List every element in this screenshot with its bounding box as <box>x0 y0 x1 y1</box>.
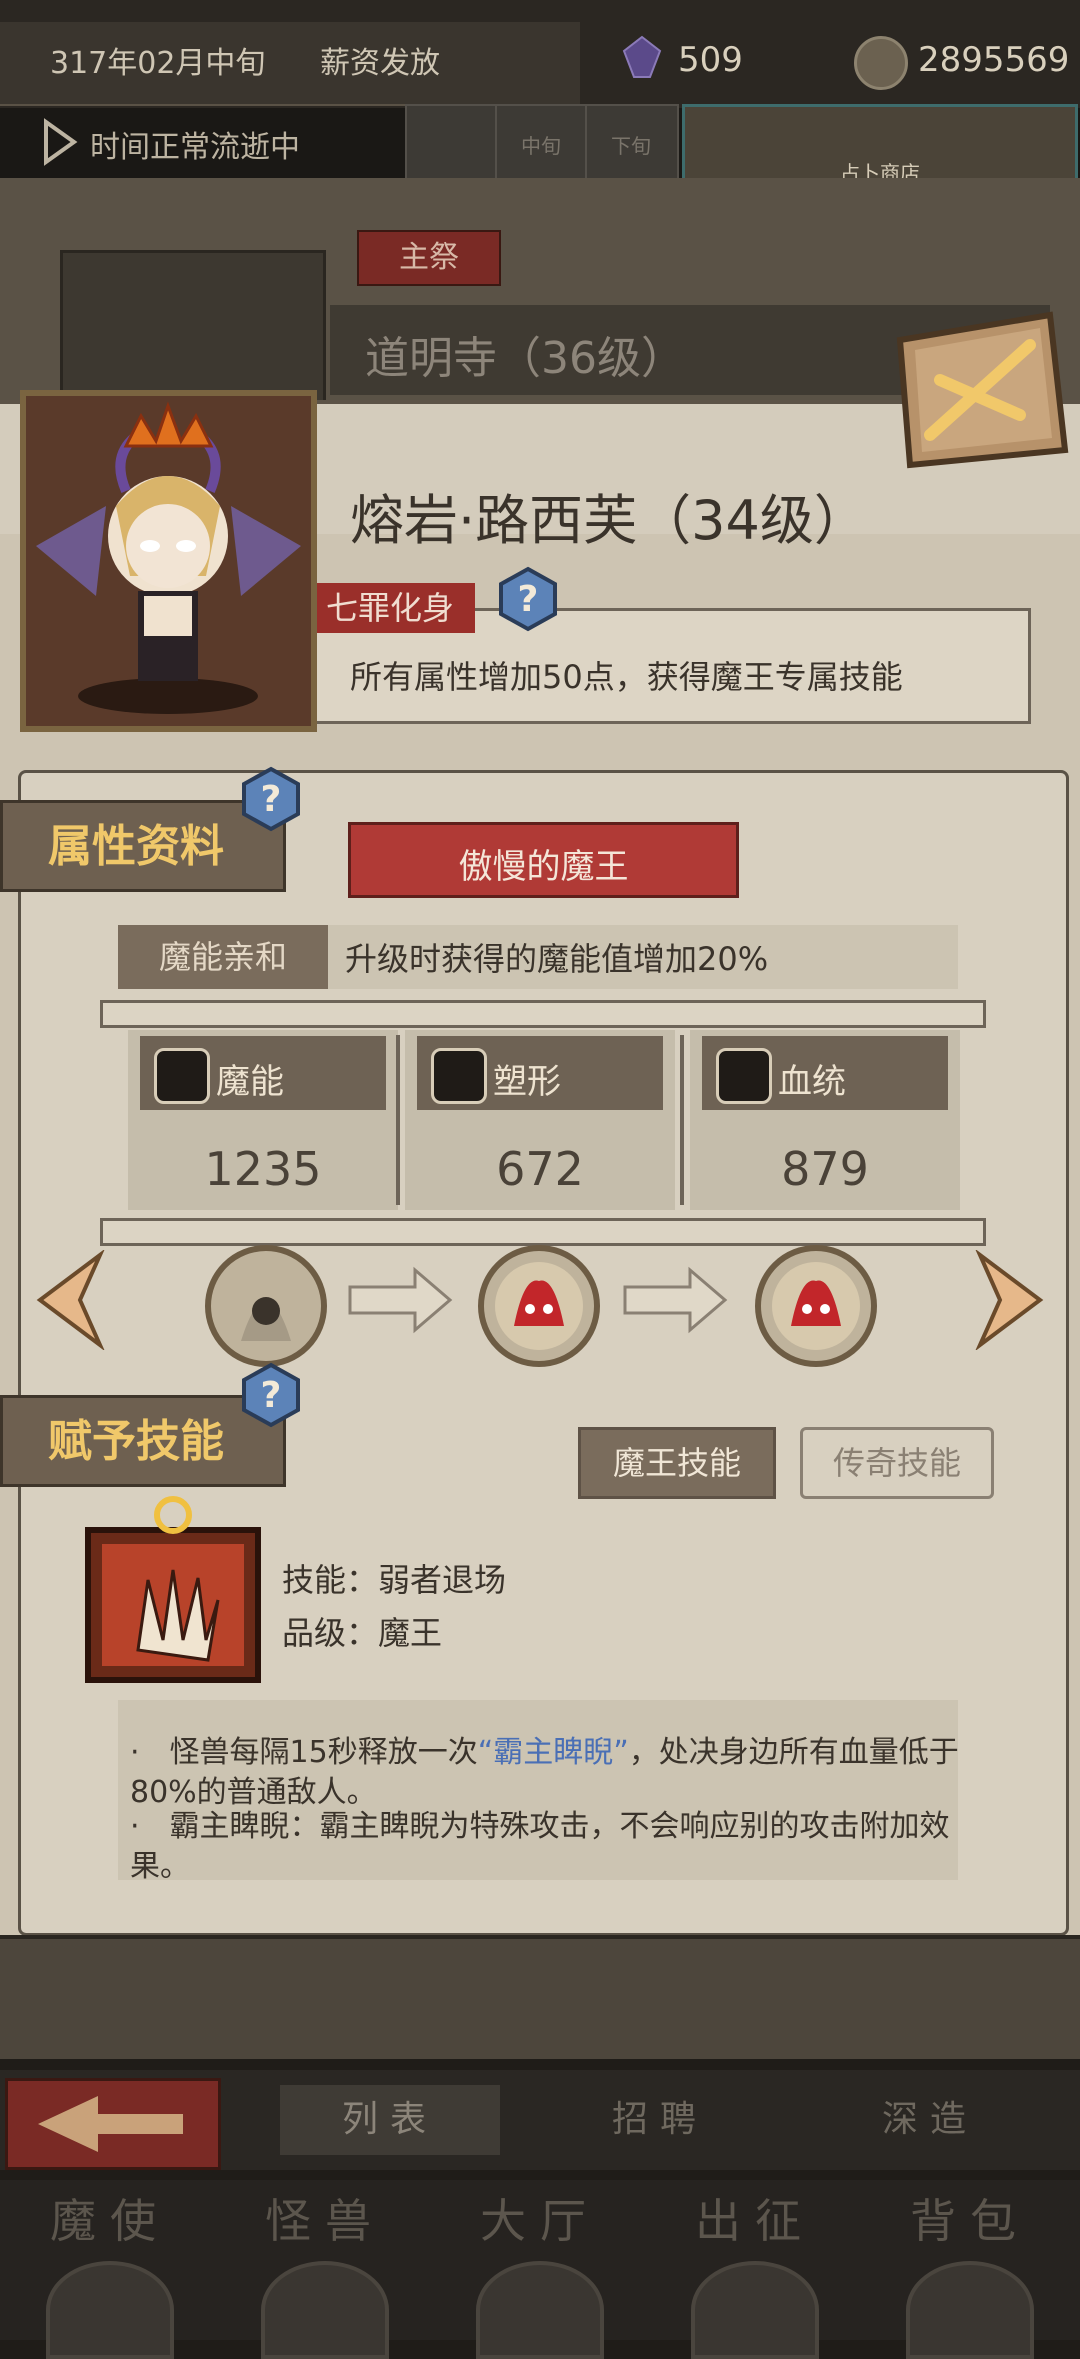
nav-expedition[interactable]: 出征 <box>655 2185 855 2359</box>
body-icon <box>431 1048 487 1104</box>
stat-header: 魔能 <box>140 1036 386 1110</box>
skill-grade: 品级：魔王 <box>282 1614 443 1652</box>
help-icon[interactable]: ? <box>238 766 304 832</box>
affinity-tag: 魔能亲和 <box>118 925 328 989</box>
tab-list[interactable]: 列表 <box>280 2085 500 2155</box>
help-icon[interactable]: ? <box>238 1362 304 1428</box>
svg-text:?: ? <box>261 1375 282 1416</box>
divider <box>680 1035 684 1205</box>
rail-bottom <box>100 1218 986 1246</box>
legendary-skill-tab[interactable]: 传奇技能 <box>800 1427 994 1499</box>
nav-envoy[interactable]: 魔使 <box>10 2185 210 2359</box>
skill-hand-icon <box>85 1496 261 1683</box>
bloodline-icon <box>716 1048 772 1104</box>
chevron-left-icon[interactable] <box>30 1250 110 1350</box>
help-icon[interactable]: ? <box>495 566 561 632</box>
expedition-icon <box>691 2261 819 2359</box>
magic-icon <box>154 1048 210 1104</box>
backpack-icon <box>906 2261 1034 2359</box>
attributes-title: 属性资料 <box>48 821 224 872</box>
temple-name: 道明寺（36级） <box>365 333 685 384</box>
class-banner: 傲慢的魔王 <box>348 822 739 898</box>
back-button[interactable] <box>5 2078 221 2170</box>
skill-desc-line2: · 霸主睥睨：霸主睥睨为特殊攻击，不会响应别的攻击附加效果。 <box>130 1809 950 1884</box>
coin-count: 2895569 <box>918 40 1070 80</box>
period-mid[interactable]: 中旬 <box>497 106 587 186</box>
gem-icon <box>622 35 662 78</box>
skills-title: 赋予技能 <box>48 1416 224 1467</box>
divider <box>396 1035 400 1205</box>
stat-value: 1235 <box>204 1142 322 1196</box>
monster-icon <box>261 2261 389 2359</box>
demon-flame-icon <box>772 1262 860 1350</box>
main-priest-tag: 主祭 <box>357 230 501 286</box>
bottom-strip <box>0 1935 1080 2059</box>
stat-card-body: 塑形 672 <box>405 1030 675 1210</box>
arrow-right-icon <box>348 1266 453 1334</box>
affinity-description: 升级时获得的魔能值增加20% <box>345 940 769 978</box>
event-text: 薪资发放 <box>320 46 440 81</box>
arrow-right-icon <box>623 1266 728 1334</box>
evolution-stage-hooded[interactable] <box>205 1245 327 1367</box>
tab-recruit[interactable]: 招聘 <box>560 2090 760 2142</box>
trait-badge: 七罪化身 <box>305 583 475 633</box>
trait-description: 所有属性增加50点，获得魔王专属技能 <box>350 658 903 696</box>
stat-value: 672 <box>496 1142 584 1196</box>
rail-top <box>100 1000 986 1028</box>
stat-card-magic: 魔能 1235 <box>128 1030 398 1210</box>
svg-text:?: ? <box>261 779 282 820</box>
stat-card-bloodline: 血统 879 <box>690 1030 960 1210</box>
tab-advanced[interactable]: 深造 <box>830 2090 1030 2142</box>
stat-header: 血统 <box>702 1036 948 1110</box>
close-button[interactable] <box>880 310 1070 470</box>
skull-icon <box>46 2261 174 2359</box>
hall-icon <box>476 2261 604 2359</box>
evolution-stage-demon-king[interactable] <box>755 1245 877 1367</box>
back-arrow-icon <box>38 2096 183 2152</box>
hooded-icon <box>241 1297 291 1341</box>
character-portrait <box>20 390 317 732</box>
stat-value: 879 <box>781 1142 869 1196</box>
evolution-stage-demon[interactable] <box>478 1245 600 1367</box>
highlight-term: “霸主睥睨” <box>477 1735 629 1770</box>
period-late[interactable]: 下旬 <box>587 106 675 186</box>
svg-text:?: ? <box>518 579 539 620</box>
demon-flame-icon <box>495 1262 583 1350</box>
skill-desc-line1: · 怪兽每隔15秒释放一次“霸主睥睨”，处决身边所有血量低于80%的普通敌人。 <box>130 1735 959 1810</box>
nav-hall[interactable]: 大厅 <box>440 2185 640 2359</box>
nav-monster[interactable]: 怪兽 <box>225 2185 425 2359</box>
coin-icon <box>854 36 908 90</box>
period-selector[interactable]: 中旬 下旬 <box>405 104 679 188</box>
gem-count: 509 <box>678 40 743 80</box>
demon-portrait-icon <box>26 396 311 726</box>
stat-label: 魔能 <box>216 1062 284 1102</box>
game-date: 317年02月中旬 <box>50 46 266 81</box>
stat-label: 血统 <box>778 1062 846 1102</box>
period-early[interactable] <box>407 106 497 186</box>
character-name: 熔岩·路西芙（34级） <box>350 489 868 552</box>
time-status: 时间正常流逝中 <box>90 130 300 165</box>
play-icon[interactable] <box>42 118 78 166</box>
stat-label: 塑形 <box>493 1062 561 1102</box>
demon-skill-tab[interactable]: 魔王技能 <box>578 1427 776 1499</box>
chevron-right-icon[interactable] <box>970 1250 1050 1350</box>
class-name: 傲慢的魔王 <box>458 847 629 887</box>
stat-header: 塑形 <box>417 1036 663 1110</box>
skill-name: 技能：弱者退场 <box>282 1561 507 1599</box>
nav-backpack[interactable]: 背包 <box>870 2185 1070 2359</box>
